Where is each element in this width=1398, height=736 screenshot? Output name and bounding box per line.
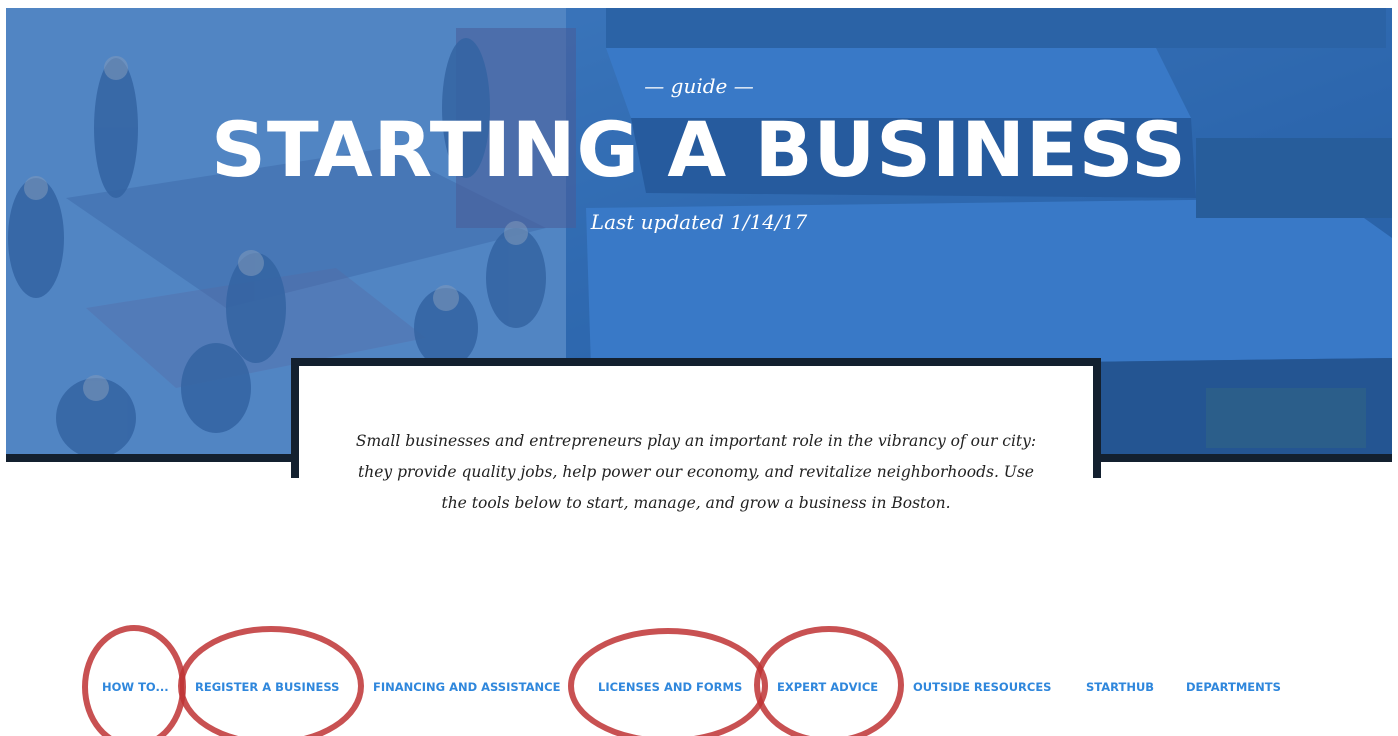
nav-link-register-a-business[interactable]: REGISTER A BUSINESS [195,676,339,698]
intro-paragraph: Small businesses and entrepreneurs play … [355,432,1037,512]
page-title: STARTING A BUSINESS [211,105,1187,194]
nav-link-outside-resources[interactable]: OUTSIDE RESOURCES [913,676,1051,698]
nav-link-starthub[interactable]: STARTHUB [1086,676,1154,698]
nav-link-licenses-and-forms[interactable]: LICENSES AND FORMS [598,676,742,698]
guide-section-nav: HOW TO... REGISTER A BUSINESS FINANCING … [6,676,1392,700]
last-updated-text: Last updated 1/14/17 [590,210,808,234]
nav-link-departments[interactable]: DEPARTMENTS [1186,676,1281,698]
page-frame: — guide — STARTING A BUSINESS Last updat… [6,8,1392,736]
nav-link-financing-and-assistance[interactable]: FINANCING AND ASSISTANCE [373,676,560,698]
hero-kicker: — guide — [644,74,754,98]
nav-link-how-to[interactable]: HOW TO... [102,676,169,698]
nav-link-expert-advice[interactable]: EXPERT ADVICE [777,676,878,698]
